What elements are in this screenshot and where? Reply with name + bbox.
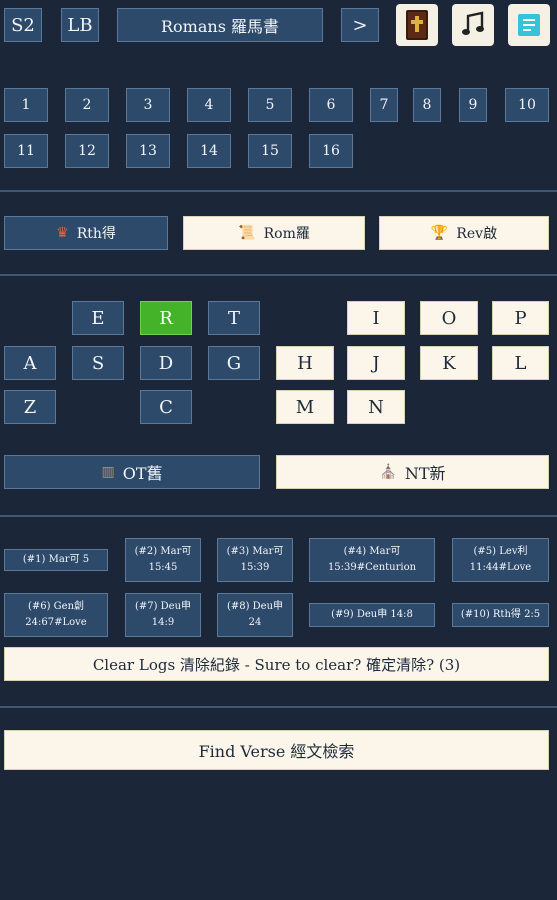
clear-logs-button[interactable]: Clear Logs 清除紀錄 - Sure to clear? 確定清除? (… bbox=[4, 647, 549, 681]
chapter-button-4[interactable]: 4 bbox=[187, 88, 231, 122]
key-n[interactable]: N bbox=[347, 390, 405, 424]
book-title-button[interactable]: Romans 羅馬書 bbox=[117, 8, 323, 42]
log-entry-10[interactable]: (#10) Rth得 2:5 bbox=[452, 603, 549, 627]
chapter-button-5[interactable]: 5 bbox=[248, 88, 292, 122]
next-book-button[interactable]: > bbox=[341, 8, 379, 42]
chapter-button-14[interactable]: 14 bbox=[187, 134, 231, 168]
trophy-icon: 🏆 bbox=[430, 225, 449, 241]
chapter-button-11[interactable]: 11 bbox=[4, 134, 48, 168]
chapter-button-3[interactable]: 3 bbox=[126, 88, 170, 122]
key-c[interactable]: C bbox=[140, 390, 192, 424]
rth-label: Rth得 bbox=[76, 226, 116, 242]
key-o[interactable]: O bbox=[420, 301, 478, 335]
chapter-button-6[interactable]: 6 bbox=[309, 88, 353, 122]
sticky-note-icon[interactable] bbox=[508, 4, 550, 46]
key-m[interactable]: M bbox=[276, 390, 334, 424]
log-entry-ref: 15:45 bbox=[148, 562, 178, 573]
key-t[interactable]: T bbox=[208, 301, 260, 335]
nt-label: NT新 bbox=[404, 464, 446, 483]
music-note-icon[interactable] bbox=[452, 4, 494, 46]
log-entry-label: (#6) Gen創 bbox=[27, 601, 85, 612]
log-entry-label: (#1) Mar可 5 bbox=[22, 554, 90, 565]
key-r[interactable]: R bbox=[140, 301, 192, 335]
key-i[interactable]: I bbox=[347, 301, 405, 335]
log-entry-9[interactable]: (#9) Deu申 14:8 bbox=[309, 603, 435, 627]
divider bbox=[0, 515, 557, 517]
divider bbox=[0, 706, 557, 708]
chapter-button-1[interactable]: 1 bbox=[4, 88, 48, 122]
log-entry-label: (#9) Deu申 14:8 bbox=[331, 609, 413, 620]
new-testament-button[interactable]: ⛪ NT新 bbox=[276, 455, 549, 489]
divider bbox=[0, 274, 557, 276]
key-s[interactable]: S bbox=[72, 346, 124, 380]
bible-book-icon[interactable] bbox=[396, 4, 438, 46]
log-entry-5[interactable]: (#5) Lev利 11:44#Love bbox=[452, 538, 549, 582]
rom-shortcut-button[interactable]: 📜 Rom羅 bbox=[183, 216, 365, 250]
find-verse-button[interactable]: Find Verse 經文檢索 bbox=[4, 730, 549, 770]
rth-shortcut-button[interactable]: ♛ Rth得 bbox=[4, 216, 168, 250]
rom-label: Rom羅 bbox=[263, 226, 310, 242]
key-k[interactable]: K bbox=[420, 346, 478, 380]
log-entry-4[interactable]: (#4) Mar可 15:39#Centurion bbox=[309, 538, 435, 582]
log-entry-8[interactable]: (#8) Deu申 24 bbox=[217, 593, 293, 637]
s2-button[interactable]: S2 bbox=[4, 8, 42, 42]
chapter-button-16[interactable]: 16 bbox=[309, 134, 353, 168]
log-entry-ref: 14:9 bbox=[151, 617, 175, 628]
log-entry-7[interactable]: (#7) Deu申 14:9 bbox=[125, 593, 201, 637]
chapter-button-15[interactable]: 15 bbox=[248, 134, 292, 168]
book-icon: ▥ bbox=[101, 464, 115, 480]
ot-label: OT舊 bbox=[122, 464, 163, 483]
church-icon: ⛪ bbox=[379, 464, 397, 480]
key-g[interactable]: G bbox=[208, 346, 260, 380]
key-e[interactable]: E bbox=[72, 301, 124, 335]
key-l[interactable]: L bbox=[492, 346, 549, 380]
log-entry-label: (#7) Deu申 bbox=[134, 601, 192, 612]
chapter-button-13[interactable]: 13 bbox=[126, 134, 170, 168]
log-entry-ref: 11:44#Love bbox=[469, 562, 532, 573]
log-entry-6[interactable]: (#6) Gen創 24:67#Love bbox=[4, 593, 108, 637]
log-entry-label: (#5) Lev利 bbox=[473, 546, 528, 557]
log-entry-label: (#10) Rth得 2:5 bbox=[460, 609, 541, 620]
rev-label: Rev啟 bbox=[456, 226, 498, 242]
chapter-button-2[interactable]: 2 bbox=[65, 88, 109, 122]
log-entry-ref: 15:39 bbox=[240, 562, 270, 573]
chapter-button-9[interactable]: 9 bbox=[459, 88, 487, 122]
log-entry-label: (#3) Mar可 bbox=[226, 546, 284, 557]
log-entry-label: (#2) Mar可 bbox=[134, 546, 192, 557]
chapter-button-7[interactable]: 7 bbox=[370, 88, 398, 122]
log-entry-label: (#4) Mar可 bbox=[343, 546, 401, 557]
log-entry-ref: 24:67#Love bbox=[25, 617, 87, 628]
divider bbox=[0, 190, 557, 192]
key-a[interactable]: A bbox=[4, 346, 56, 380]
key-d[interactable]: D bbox=[140, 346, 192, 380]
chapter-button-10[interactable]: 10 bbox=[505, 88, 549, 122]
scroll-icon: 📜 bbox=[238, 225, 256, 241]
key-p[interactable]: P bbox=[492, 301, 549, 335]
key-h[interactable]: H bbox=[276, 346, 334, 380]
lb-button[interactable]: LB bbox=[61, 8, 99, 42]
crown-icon: ♛ bbox=[56, 225, 69, 241]
log-entry-2[interactable]: (#2) Mar可 15:45 bbox=[125, 538, 201, 582]
log-entry-label: (#8) Deu申 bbox=[226, 601, 284, 612]
log-entry-3[interactable]: (#3) Mar可 15:39 bbox=[217, 538, 293, 582]
log-entry-ref: 24 bbox=[248, 617, 262, 628]
chapter-button-12[interactable]: 12 bbox=[65, 134, 109, 168]
old-testament-button[interactable]: ▥ OT舊 bbox=[4, 455, 260, 489]
log-entry-ref: 15:39#Centurion bbox=[327, 562, 417, 573]
key-j[interactable]: J bbox=[347, 346, 405, 380]
key-z[interactable]: Z bbox=[4, 390, 56, 424]
chapter-button-8[interactable]: 8 bbox=[413, 88, 441, 122]
rev-shortcut-button[interactable]: 🏆 Rev啟 bbox=[379, 216, 549, 250]
log-entry-1[interactable]: (#1) Mar可 5 bbox=[4, 549, 108, 571]
